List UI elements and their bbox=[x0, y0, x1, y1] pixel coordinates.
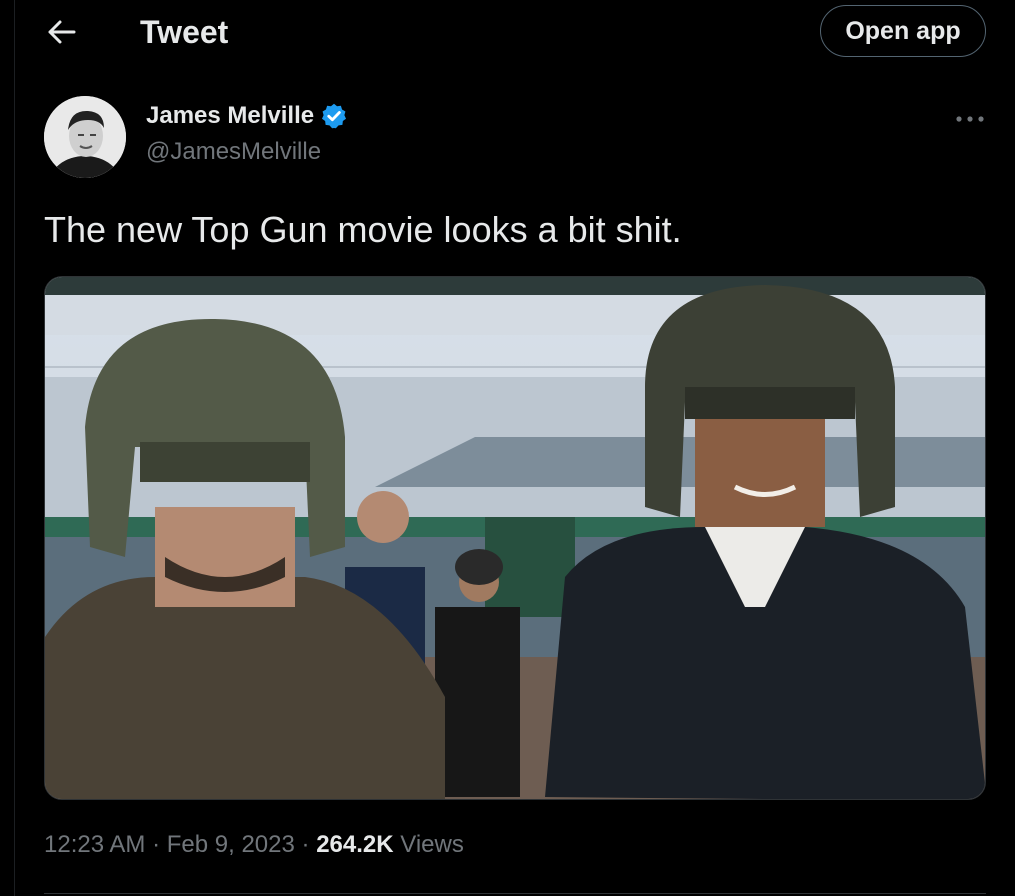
tweet-meta: 12:23 AM · Feb 9, 2023 · 264.2K Views bbox=[44, 828, 464, 862]
back-button[interactable] bbox=[40, 12, 84, 52]
top-bar: Tweet Open app bbox=[0, 0, 1015, 64]
more-horizontal-icon bbox=[956, 116, 984, 122]
open-app-button[interactable]: Open app bbox=[820, 5, 986, 57]
author-name-row[interactable]: James Melville bbox=[146, 102, 348, 130]
tweet-photo[interactable] bbox=[44, 276, 986, 800]
column-border bbox=[14, 0, 15, 896]
divider bbox=[44, 893, 986, 894]
avatar[interactable] bbox=[44, 96, 126, 178]
author-handle[interactable]: @JamesMelville bbox=[146, 138, 321, 166]
verified-badge-icon bbox=[322, 103, 347, 129]
tweet-time[interactable]: 12:23 AM bbox=[44, 831, 145, 858]
views-count: 264.2K bbox=[316, 831, 394, 858]
meta-separator: · bbox=[152, 831, 161, 858]
views-label: Views bbox=[400, 831, 464, 858]
tweet-text: The new Top Gun movie looks a bit shit. bbox=[44, 209, 682, 250]
author-display-name[interactable]: James Melville bbox=[146, 102, 314, 130]
meta-separator: · bbox=[301, 831, 310, 858]
arrow-left-icon bbox=[48, 20, 76, 44]
tweet-date[interactable]: Feb 9, 2023 bbox=[167, 831, 295, 858]
more-options-button[interactable] bbox=[948, 104, 992, 134]
page-title: Tweet bbox=[140, 14, 229, 50]
